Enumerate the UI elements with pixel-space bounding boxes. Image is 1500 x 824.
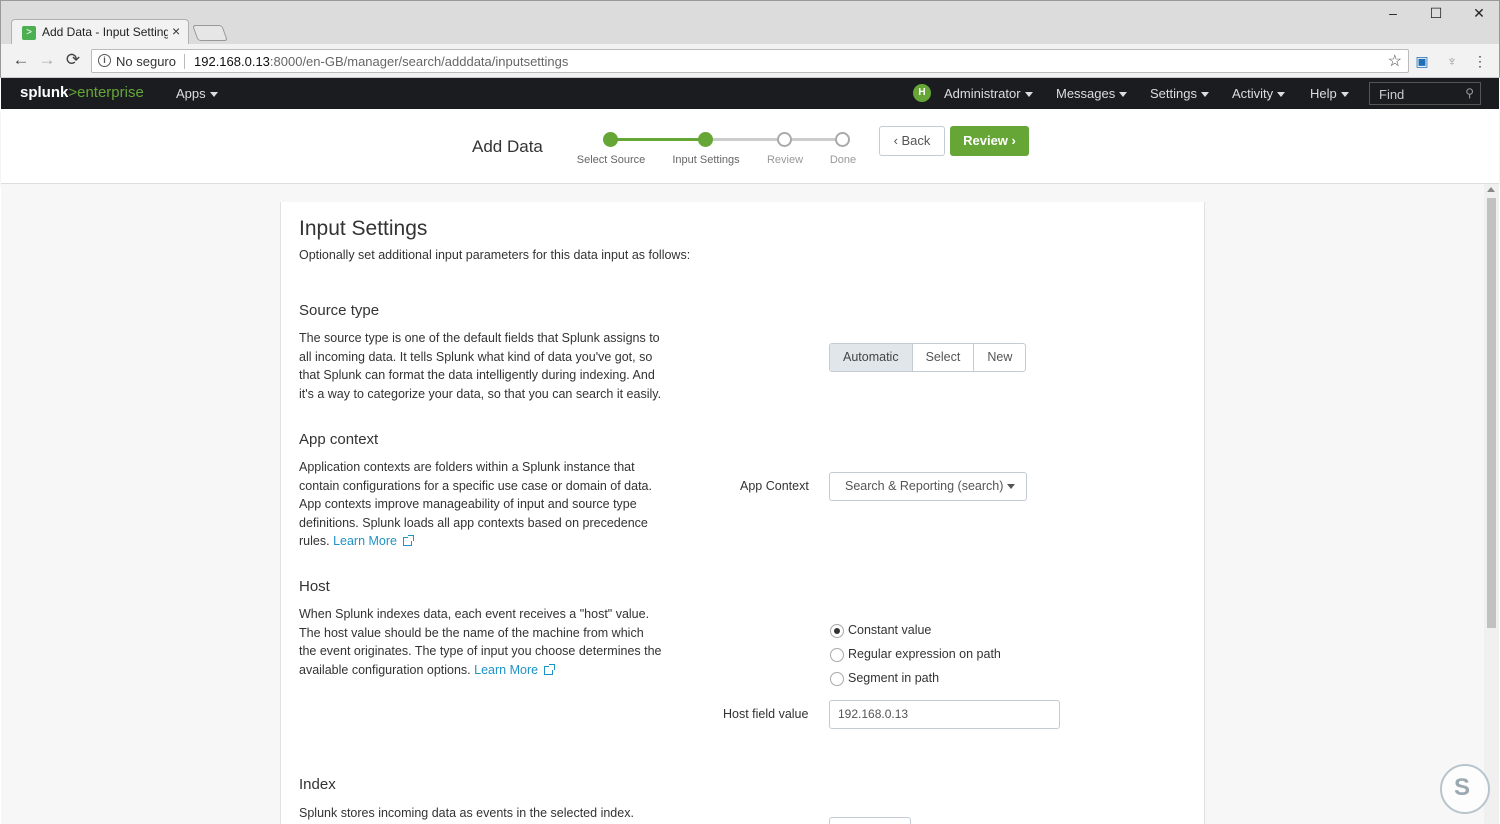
- wizard-title: Add Data: [472, 137, 543, 156]
- radio-unselected-icon[interactable]: [830, 648, 844, 662]
- scroll-thumb[interactable]: [1487, 198, 1496, 628]
- address-bar[interactable]: i No seguro 192.168.0.13:8000/en-GB/mana…: [91, 49, 1409, 73]
- forward-arrow-icon[interactable]: →: [37, 50, 57, 70]
- host-field-value-input[interactable]: 192.168.0.13: [829, 700, 1060, 729]
- tab-title: Add Data - Input Settings: [42, 25, 168, 39]
- search-icon[interactable]: ⚲: [1465, 86, 1474, 100]
- host-description: When Splunk indexes data, each event rec…: [299, 607, 662, 677]
- app-context-learn-more-link[interactable]: Learn More: [333, 534, 397, 548]
- find-placeholder: Find: [1379, 87, 1405, 102]
- browser-tabstrip: > Add Data - Input Settings × – ☐ ✕: [0, 0, 1500, 45]
- page-scrollbar[interactable]: [1484, 184, 1499, 824]
- page-subtitle: Optionally set additional input paramete…: [299, 248, 691, 262]
- app-context-description: Application contexts are folders within …: [299, 460, 652, 548]
- radio-unselected-icon[interactable]: [830, 672, 844, 686]
- extension-monitor-icon[interactable]: ▣: [1413, 52, 1431, 70]
- user-avatar: H: [913, 84, 931, 102]
- review-button[interactable]: Review ›: [950, 126, 1029, 156]
- tab-close-icon[interactable]: ×: [172, 23, 180, 39]
- administrator-menu[interactable]: Administrator: [944, 86, 1033, 101]
- back-arrow-icon[interactable]: ←: [11, 50, 31, 70]
- chevron-left-icon: ‹: [893, 133, 902, 148]
- index-dropdown[interactable]: [829, 817, 911, 824]
- host-field-value-label: Host field value: [723, 707, 809, 721]
- source-type-selector: Automatic Select New: [829, 343, 1027, 372]
- scroll-up-arrow-icon[interactable]: [1487, 187, 1495, 192]
- step-dot-input-settings: [698, 132, 713, 147]
- index-description: Splunk stores incoming data as events in…: [299, 806, 634, 820]
- browser-tab[interactable]: > Add Data - Input Settings ×: [11, 19, 189, 45]
- step-label-done: Done: [829, 154, 857, 166]
- splunk-favicon-icon: >: [22, 26, 36, 40]
- source-type-automatic-button[interactable]: Automatic: [830, 344, 913, 371]
- activity-menu[interactable]: Activity: [1232, 86, 1286, 101]
- source-type-new-button[interactable]: New: [974, 344, 1025, 371]
- settings-menu[interactable]: Settings: [1150, 86, 1209, 101]
- chevron-down-icon: [1277, 92, 1286, 98]
- page-title: Input Settings: [299, 217, 428, 240]
- back-button[interactable]: ‹ Back: [879, 126, 945, 156]
- app-context-label: App Context: [740, 479, 809, 493]
- close-window-button[interactable]: ✕: [1459, 5, 1499, 22]
- radio-selected-icon[interactable]: [830, 624, 844, 638]
- find-input[interactable]: Find ⚲: [1369, 82, 1481, 105]
- step-progress-remaining: [706, 138, 842, 141]
- watermark-logo: S: [1440, 764, 1490, 814]
- extension-mic-icon[interactable]: ♆: [1443, 52, 1461, 70]
- host-heading: Host: [299, 578, 330, 595]
- apps-menu[interactable]: Apps: [176, 86, 218, 101]
- step-label-review: Review: [766, 154, 804, 166]
- chevron-right-icon: ›: [1007, 133, 1016, 148]
- splunk-logo[interactable]: splunk>enterprise: [20, 84, 144, 101]
- add-data-wizard-header: Add Data Select Source Input Settings Re…: [1, 109, 1499, 184]
- new-tab-button[interactable]: [192, 25, 228, 41]
- index-heading: Index: [299, 776, 336, 793]
- chevron-down-icon: [1024, 92, 1033, 98]
- step-progress-complete: [610, 138, 706, 141]
- step-dot-review: [777, 132, 792, 147]
- reload-icon[interactable]: ⟳: [63, 50, 83, 70]
- security-status: No seguro: [116, 54, 176, 69]
- source-type-select-button[interactable]: Select: [913, 344, 975, 371]
- source-type-heading: Source type: [299, 302, 380, 319]
- messages-menu[interactable]: Messages: [1056, 86, 1128, 101]
- chevron-down-icon: [1340, 92, 1349, 98]
- browser-toolbar: ← → ⟳ i No seguro 192.168.0.13:8000/en-G…: [0, 44, 1500, 78]
- source-type-description: The source type is one of the default fi…: [299, 331, 662, 401]
- splunk-navbar: splunk>enterprise Apps H Administrator M…: [1, 78, 1499, 109]
- chevron-down-icon: [1119, 92, 1128, 98]
- chevron-down-icon: [1200, 92, 1209, 98]
- app-context-dropdown[interactable]: Search & Reporting (search): [829, 472, 1027, 501]
- maximize-button[interactable]: ☐: [1416, 5, 1456, 22]
- help-menu[interactable]: Help: [1310, 86, 1349, 101]
- watermark-glyph: S: [1454, 774, 1471, 801]
- step-label-input-settings: Input Settings: [672, 154, 740, 166]
- browser-menu-icon[interactable]: ⋮: [1471, 52, 1489, 70]
- minimize-button[interactable]: –: [1373, 5, 1413, 21]
- bookmark-star-icon[interactable]: ☆: [1388, 51, 1402, 71]
- chevron-down-icon: [209, 92, 218, 98]
- chevron-down-icon: [1007, 484, 1016, 490]
- external-link-icon: [403, 535, 414, 546]
- step-dot-select-source: [603, 132, 618, 147]
- app-context-heading: App context: [299, 431, 379, 448]
- address-separator: [184, 54, 185, 69]
- info-icon[interactable]: i: [98, 54, 111, 67]
- step-dot-done: [835, 132, 850, 147]
- url-text: 192.168.0.13:8000/en-GB/manager/search/a…: [194, 54, 569, 69]
- step-label-select-source: Select Source: [576, 154, 646, 166]
- external-link-icon: [544, 663, 556, 675]
- host-learn-more-link[interactable]: Learn More: [474, 663, 538, 677]
